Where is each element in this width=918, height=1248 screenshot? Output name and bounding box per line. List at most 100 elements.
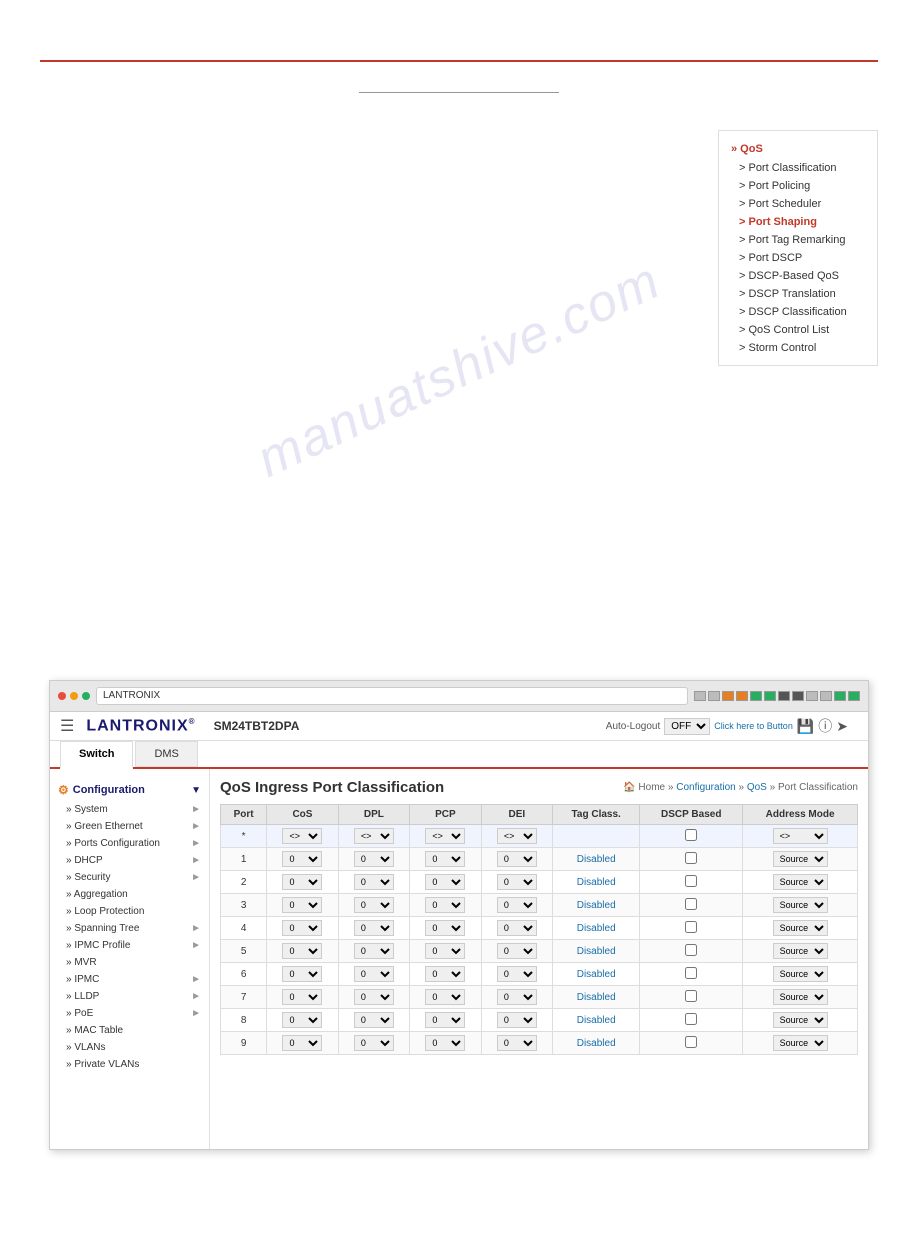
select-6-addr[interactable]: Source <box>773 966 828 982</box>
select-1-dpl[interactable]: 0 <box>354 851 394 867</box>
select-4-pcp[interactable]: 0 <box>425 920 465 936</box>
checkbox-7-dscp[interactable] <box>685 990 697 1002</box>
link-3-tag-class[interactable]: Disabled <box>577 900 616 911</box>
sidebar-dscp-based-qos[interactable]: > DSCP-Based QoS <box>719 267 877 285</box>
cell-4-pcp[interactable]: 0 <box>410 917 481 940</box>
cell-1-tag-class[interactable]: Disabled <box>553 848 640 871</box>
cell-9-addr[interactable]: Source <box>743 1032 858 1055</box>
sidebar-item-vlans[interactable]: » VLANs <box>50 1039 209 1056</box>
sidebar-item-aggregation[interactable]: » Aggregation <box>50 886 209 903</box>
cell-3-tag-class[interactable]: Disabled <box>553 894 640 917</box>
cell-7-tag-class[interactable]: Disabled <box>553 986 640 1009</box>
link-9-tag-class[interactable]: Disabled <box>577 1038 616 1049</box>
select-6-pcp[interactable]: 0 <box>425 966 465 982</box>
select-7-dei[interactable]: 0 <box>497 989 537 1005</box>
select-6-dei[interactable]: 0 <box>497 966 537 982</box>
cell-5-dei[interactable]: 0 <box>481 940 552 963</box>
help-icon[interactable]: ⓘ <box>818 716 832 736</box>
sidebar-item-ipmc[interactable]: » IPMC ► <box>50 971 209 988</box>
sidebar-item-mac-table[interactable]: » MAC Table <box>50 1022 209 1039</box>
select-7-addr[interactable]: Source <box>773 989 828 1005</box>
sidebar-config-header[interactable]: ⚙ Configuration ▼ <box>50 779 209 801</box>
link-5-tag-class[interactable]: Disabled <box>577 946 616 957</box>
select-4-addr[interactable]: Source <box>773 920 828 936</box>
cell-4-tag-class[interactable]: Disabled <box>553 917 640 940</box>
cell-1-dscp[interactable] <box>640 848 743 871</box>
sidebar-port-shaping[interactable]: > Port Shaping <box>719 213 877 231</box>
sidebar-item-system[interactable]: » System ► <box>50 801 209 818</box>
cell-5-addr[interactable]: Source <box>743 940 858 963</box>
select-star-dpl[interactable]: <> <box>354 828 394 844</box>
cell-8-pcp[interactable]: 0 <box>410 1009 481 1032</box>
tab-dms[interactable]: DMS <box>135 741 197 767</box>
cell-6-dpl[interactable]: 0 <box>338 963 409 986</box>
sidebar-item-private-vlans[interactable]: » Private VLANs <box>50 1056 209 1073</box>
cell-4-addr[interactable]: Source <box>743 917 858 940</box>
breadcrumb-home[interactable]: Home <box>638 782 665 793</box>
select-star-pcp[interactable]: <> <box>425 828 465 844</box>
cell-8-dpl[interactable]: 0 <box>338 1009 409 1032</box>
sidebar-item-dhcp[interactable]: » DHCP ► <box>50 852 209 869</box>
sidebar-item-spanning-tree[interactable]: » Spanning Tree ► <box>50 920 209 937</box>
select-2-addr[interactable]: Source <box>773 874 828 890</box>
select-4-cos[interactable]: 0 <box>282 920 322 936</box>
cell-2-dei[interactable]: 0 <box>481 871 552 894</box>
breadcrumb-config[interactable]: Configuration <box>676 782 735 793</box>
select-8-dei[interactable]: 0 <box>497 1012 537 1028</box>
select-9-dei[interactable]: 0 <box>497 1035 537 1051</box>
tab-switch[interactable]: Switch <box>60 741 133 769</box>
cell-2-tag-class[interactable]: Disabled <box>553 871 640 894</box>
link-1-tag-class[interactable]: Disabled <box>577 854 616 865</box>
select-9-dpl[interactable]: 0 <box>354 1035 394 1051</box>
sidebar-item-loop-protection[interactable]: » Loop Protection <box>50 903 209 920</box>
checkbox-1-dscp[interactable] <box>685 852 697 864</box>
cell-4-cos[interactable]: 0 <box>267 917 338 940</box>
checkbox-3-dscp[interactable] <box>685 898 697 910</box>
sidebar-item-security[interactable]: » Security ► <box>50 869 209 886</box>
cell-5-pcp[interactable]: 0 <box>410 940 481 963</box>
sidebar-item-ipmc-profile[interactable]: » IPMC Profile ► <box>50 937 209 954</box>
cell-star-pcp[interactable]: <> <box>410 825 481 848</box>
cell-star-dpl[interactable]: <> <box>338 825 409 848</box>
autologout-select[interactable]: OFF 30s 60s <box>664 718 710 735</box>
select-9-addr[interactable]: Source <box>773 1035 828 1051</box>
cell-3-dscp[interactable] <box>640 894 743 917</box>
cell-6-dscp[interactable] <box>640 963 743 986</box>
checkbox-9-dscp[interactable] <box>685 1036 697 1048</box>
checkbox-8-dscp[interactable] <box>685 1013 697 1025</box>
sidebar-dscp-classification[interactable]: > DSCP Classification <box>719 303 877 321</box>
checkbox-2-dscp[interactable] <box>685 875 697 887</box>
cell-9-dei[interactable]: 0 <box>481 1032 552 1055</box>
cell-5-cos[interactable]: 0 <box>267 940 338 963</box>
select-1-cos[interactable]: 0 <box>282 851 322 867</box>
select-7-dpl[interactable]: 0 <box>354 989 394 1005</box>
cell-6-pcp[interactable]: 0 <box>410 963 481 986</box>
link-7-tag-class[interactable]: Disabled <box>577 992 616 1003</box>
cell-1-dpl[interactable]: 0 <box>338 848 409 871</box>
cell-4-dscp[interactable] <box>640 917 743 940</box>
sidebar-qos-control-list[interactable]: > QoS Control List <box>719 321 877 339</box>
select-8-dpl[interactable]: 0 <box>354 1012 394 1028</box>
checkbox-4-dscp[interactable] <box>685 921 697 933</box>
select-3-dpl[interactable]: 0 <box>354 897 394 913</box>
sidebar-item-mvr[interactable]: » MVR <box>50 954 209 971</box>
select-2-pcp[interactable]: 0 <box>425 874 465 890</box>
cell-8-addr[interactable]: Source <box>743 1009 858 1032</box>
cell-5-tag-class[interactable]: Disabled <box>553 940 640 963</box>
cell-3-addr[interactable]: Source <box>743 894 858 917</box>
sidebar-item-green-ethernet[interactable]: » Green Ethernet ► <box>50 818 209 835</box>
select-5-addr[interactable]: Source <box>773 943 828 959</box>
cell-8-dei[interactable]: 0 <box>481 1009 552 1032</box>
select-star-addr[interactable]: <> <box>773 828 828 844</box>
sidebar-port-scheduler[interactable]: > Port Scheduler <box>719 195 877 213</box>
select-7-pcp[interactable]: 0 <box>425 989 465 1005</box>
select-2-dei[interactable]: 0 <box>497 874 537 890</box>
cell-star-dei[interactable]: <> <box>481 825 552 848</box>
cell-6-cos[interactable]: 0 <box>267 963 338 986</box>
cell-7-dei[interactable]: 0 <box>481 986 552 1009</box>
checkbox-6-dscp[interactable] <box>685 967 697 979</box>
cell-star-cos[interactable]: <> <box>267 825 338 848</box>
sidebar-item-poe[interactable]: » PoE ► <box>50 1005 209 1022</box>
sidebar-item-ports-config[interactable]: » Ports Configuration ► <box>50 835 209 852</box>
cell-8-dscp[interactable] <box>640 1009 743 1032</box>
